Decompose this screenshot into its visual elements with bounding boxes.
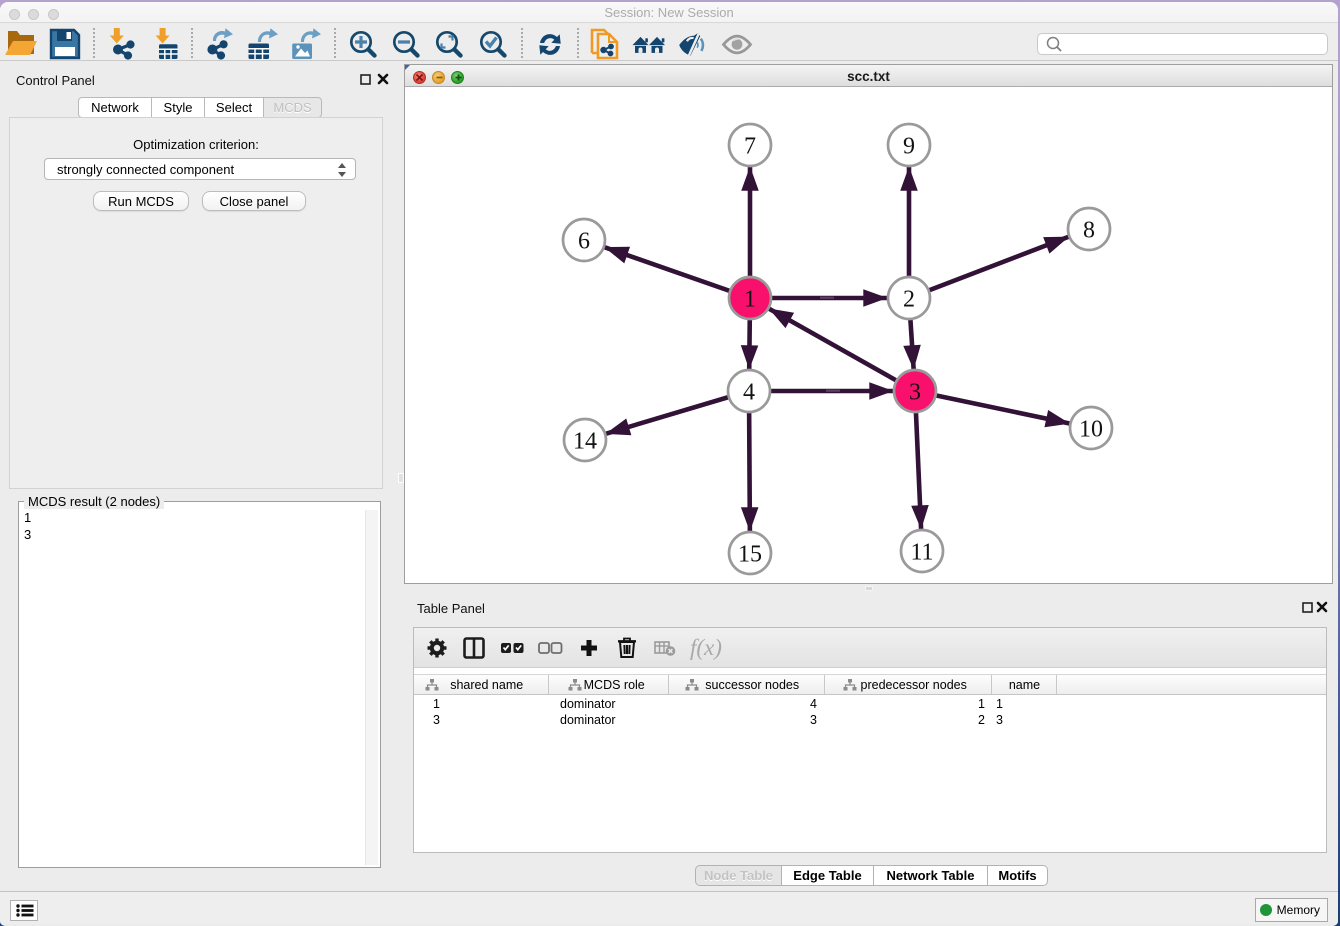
svg-text:3: 3 bbox=[909, 380, 921, 406]
svg-text:2: 2 bbox=[903, 287, 915, 313]
svg-text:4: 4 bbox=[743, 380, 755, 406]
svg-text:11: 11 bbox=[910, 540, 933, 566]
svg-text:1: 1 bbox=[744, 287, 756, 313]
svg-text:7: 7 bbox=[744, 134, 756, 160]
svg-text:8: 8 bbox=[1083, 218, 1095, 244]
svg-text:9: 9 bbox=[903, 134, 915, 160]
svg-text:6: 6 bbox=[578, 229, 590, 255]
svg-text:15: 15 bbox=[738, 542, 762, 568]
svg-text:14: 14 bbox=[573, 429, 597, 455]
svg-text:10: 10 bbox=[1079, 417, 1103, 443]
svg-text:f(x): f(x) bbox=[690, 635, 722, 660]
